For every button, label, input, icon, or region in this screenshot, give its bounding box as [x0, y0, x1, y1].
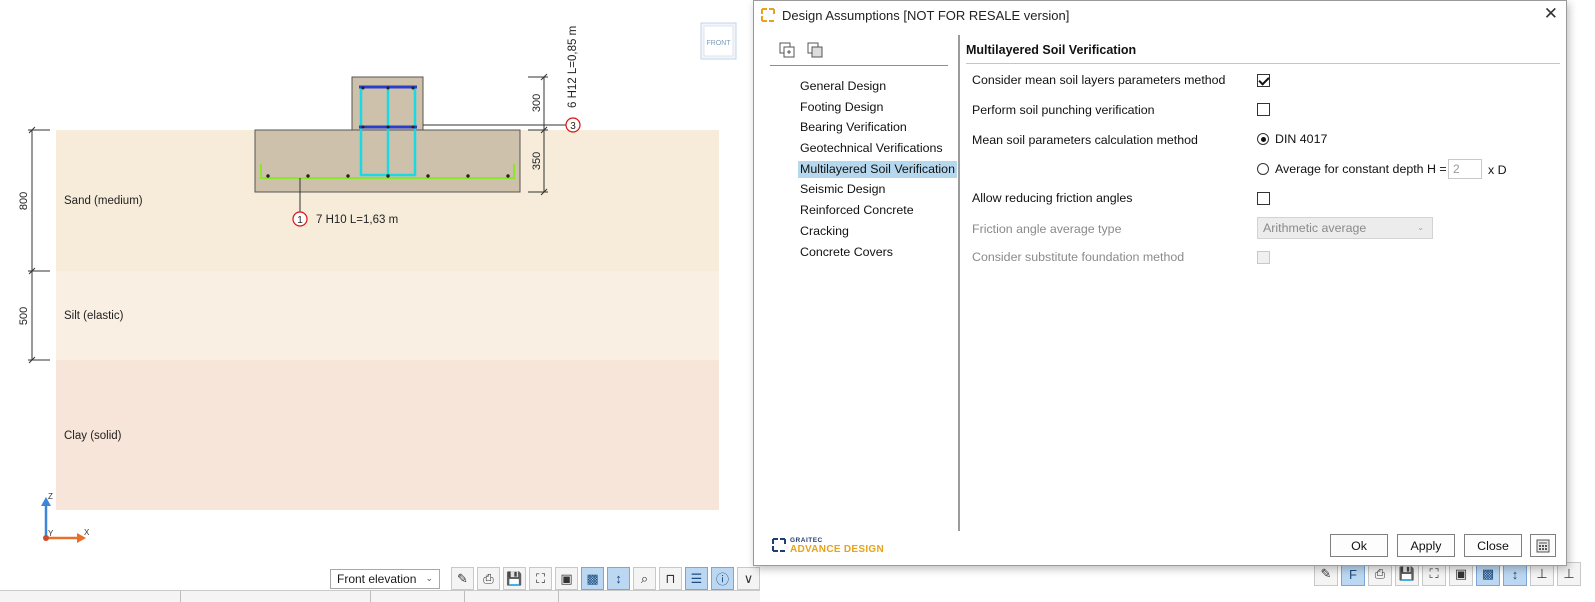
zoom-window-icon[interactable]: ⌕	[633, 567, 656, 590]
nav-divider	[770, 65, 948, 66]
ok-button[interactable]: Ok	[1330, 534, 1388, 557]
column-height-dim: 300	[531, 94, 543, 112]
nav-item-cracking[interactable]: Cracking	[800, 223, 950, 244]
app-icon	[761, 8, 775, 22]
nav-item-multilayered-soil-verification[interactable]: Multilayered Soil Verification	[798, 160, 957, 182]
info-icon[interactable]: ⓘ	[711, 567, 734, 590]
dialog-titlebar[interactable]: Design Assumptions [NOT FOR RESALE versi…	[754, 1, 1566, 29]
punching-checkbox[interactable]	[1257, 103, 1270, 116]
view-select[interactable]: Front elevation ⌄	[330, 568, 440, 589]
copy-settings-icon[interactable]	[778, 41, 796, 59]
nav-item-geotechnical-verifications[interactable]: Geotechnical Verifications	[800, 140, 950, 161]
calc-method-label: Mean soil parameters calculation method	[972, 133, 1198, 147]
print-icon[interactable]: ⎙	[477, 567, 500, 590]
layer-label-clay: Clay (solid)	[64, 430, 122, 442]
nav-item-concrete-covers[interactable]: Concrete Covers	[800, 244, 950, 265]
elevation-drawing: 800 500 Sand (medium) Silt (elastic) Cla…	[18, 22, 737, 543]
layer-label-sand: Sand (medium)	[64, 195, 143, 207]
axis-z-label: Z	[48, 492, 53, 501]
layer-depth-silt: 500	[18, 307, 30, 325]
din4017-radio[interactable]	[1257, 133, 1269, 145]
drawing-viewport[interactable]: 800 500 Sand (medium) Silt (elastic) Cla…	[0, 0, 760, 602]
measure-icon[interactable]: ✎	[451, 567, 474, 590]
nav-item-general-design[interactable]: General Design	[800, 78, 950, 99]
save-image-icon[interactable]: 💾	[503, 567, 526, 590]
expand-icon[interactable]: ∨	[737, 567, 760, 590]
apply-button[interactable]: Apply	[1397, 534, 1455, 557]
constant-depth-radio[interactable]	[1257, 163, 1269, 175]
view-cube-label: FRONT	[706, 40, 731, 47]
viewport-toolbar: Front elevation ⌄ ✎ ⎙ 💾 ⛶ ▣ ▩ ↕ ⌕ ⊓ ☰ ⓘ …	[330, 565, 760, 592]
status-bar	[0, 590, 760, 602]
dimension-icon[interactable]: ↕	[607, 567, 630, 590]
close-icon[interactable]: ✕	[1544, 5, 1558, 23]
view-select-value: Front elevation	[337, 571, 417, 586]
axis-y-label: Y	[48, 529, 54, 538]
section-icon[interactable]: ⊓	[659, 567, 682, 590]
footing-height-dim: 350	[531, 152, 543, 170]
layer-depth-sand: 800	[18, 192, 30, 210]
fit-view-icon[interactable]: ⛶	[529, 567, 552, 590]
graitec-logo-icon	[772, 538, 786, 552]
layer-label-silt: Silt (elastic)	[64, 310, 124, 322]
paste-settings-icon[interactable]	[806, 41, 824, 59]
panel-title-divider	[966, 63, 1560, 64]
panel-title: Multilayered Soil Verification	[966, 43, 1137, 57]
nav-item-reinforced-concrete[interactable]: Reinforced Concrete	[800, 202, 950, 223]
logo-product: ADVANCE DESIGN	[790, 544, 885, 555]
list-icon[interactable]: ☰	[685, 567, 708, 590]
graitec-logo: GRAITEC ADVANCE DESIGN	[772, 536, 885, 555]
soil-layer-clay	[56, 360, 719, 510]
close-button[interactable]: Close	[1464, 534, 1522, 557]
calculator-icon	[1536, 539, 1550, 552]
calculator-button[interactable]	[1530, 534, 1556, 557]
settings-nav: General Design Footing Design Bearing Ve…	[798, 78, 957, 265]
nav-item-seismic-design[interactable]: Seismic Design	[800, 181, 950, 202]
nav-item-bearing-verification[interactable]: Bearing Verification	[800, 119, 950, 140]
depth-unit: x D	[1488, 163, 1507, 177]
panel-divider	[958, 35, 960, 531]
reduce-friction-checkbox[interactable]	[1257, 192, 1270, 205]
substitute-checkbox	[1257, 251, 1270, 264]
consider-mean-label: Consider mean soil layers parameters met…	[972, 73, 1226, 87]
callout-3-text: 6 H12 L=0,85 m	[567, 26, 579, 108]
shaded-view-icon[interactable]: ▩	[581, 567, 604, 590]
consider-mean-checkbox[interactable]	[1257, 74, 1270, 87]
friction-type-label: Friction angle average type	[972, 222, 1122, 236]
3d-box-icon[interactable]: ▣	[555, 567, 578, 590]
nav-item-footing-design[interactable]: Footing Design	[800, 99, 950, 120]
friction-type-value: Arithmetic average	[1263, 221, 1367, 235]
depth-factor-input[interactable]: 2	[1448, 159, 1482, 179]
dialog-title: Design Assumptions [NOT FOR RESALE versi…	[782, 7, 1070, 23]
friction-type-select: Arithmetic average ⌄	[1257, 217, 1433, 239]
axis-x-label: X	[84, 528, 90, 537]
layer-dimension	[28, 126, 50, 364]
reduce-friction-label: Allow reducing friction angles	[972, 191, 1133, 205]
nav-toolbar	[778, 41, 824, 59]
constant-depth-label: Average for constant depth H =	[1275, 162, 1447, 176]
svg-text:3: 3	[570, 121, 576, 132]
din4017-label: DIN 4017	[1275, 132, 1328, 146]
soil-layer-silt	[56, 271, 719, 360]
callout-1-text: 7 H10 L=1,63 m	[316, 214, 398, 226]
punching-label: Perform soil punching verification	[972, 103, 1155, 117]
chevron-down-icon: ⌄	[1417, 223, 1424, 232]
design-assumptions-dialog: Design Assumptions [NOT FOR RESALE versi…	[753, 0, 1567, 566]
substitute-label: Consider substitute foundation method	[972, 250, 1185, 264]
chevron-down-icon: ⌄	[425, 573, 433, 583]
svg-text:1: 1	[297, 215, 303, 226]
